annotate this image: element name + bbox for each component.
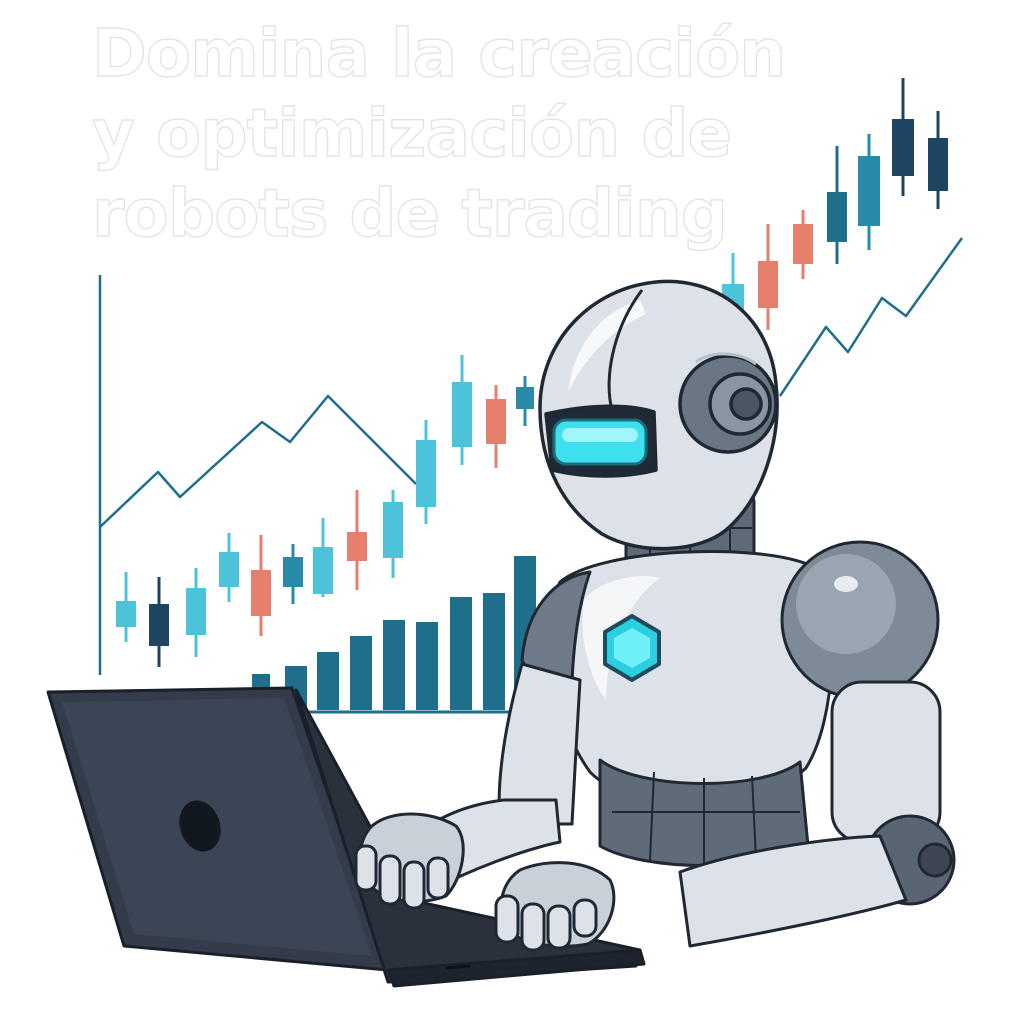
robot-head — [538, 279, 779, 551]
volume-bar — [450, 597, 472, 710]
robot — [410, 490, 956, 948]
candle — [516, 376, 534, 426]
candle — [827, 146, 847, 264]
candle — [347, 490, 367, 590]
candle — [219, 533, 239, 602]
candle — [416, 420, 436, 524]
candle — [283, 544, 303, 604]
robot-hand-right — [494, 861, 616, 952]
candle — [186, 568, 206, 657]
candle — [758, 224, 778, 330]
candle — [793, 210, 813, 279]
candle — [116, 572, 136, 642]
candle — [858, 134, 880, 250]
candle — [149, 577, 169, 667]
volume-bar — [317, 652, 339, 710]
candle — [452, 355, 472, 465]
volume-bar — [483, 593, 505, 710]
candle — [892, 78, 914, 196]
volume-bar — [383, 620, 405, 710]
volume-bar — [350, 636, 372, 710]
candle — [251, 535, 271, 636]
price-line-left — [99, 394, 417, 528]
candle — [928, 111, 948, 209]
candle — [313, 518, 333, 597]
candle — [486, 385, 506, 468]
candle — [383, 490, 403, 578]
volume-bar — [416, 622, 438, 710]
illustration-art — [46, 78, 964, 988]
illustration: Domina la creación y optimización de rob… — [0, 0, 1024, 1024]
